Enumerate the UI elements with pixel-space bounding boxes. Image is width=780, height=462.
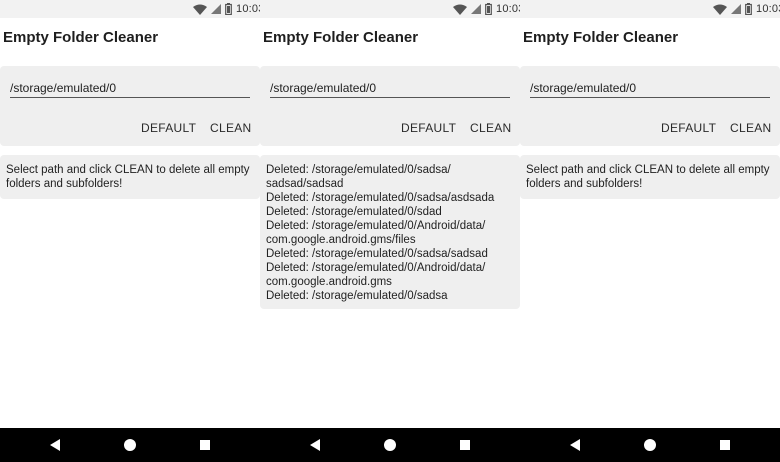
wifi-icon bbox=[453, 4, 467, 15]
path-input[interactable] bbox=[10, 79, 250, 98]
path-input[interactable] bbox=[530, 79, 770, 98]
output-card: Deleted: /storage/emulated/0/sadsa/ sads… bbox=[260, 155, 520, 309]
app-title: Empty Folder Cleaner bbox=[263, 29, 419, 46]
screens-container: 10:03 Empty Folder Cleaner DEFAULT CLEAN… bbox=[0, 0, 780, 428]
status-bar: 10:03 bbox=[260, 0, 520, 18]
path-card: DEFAULT CLEAN bbox=[520, 66, 780, 146]
default-button[interactable]: DEFAULT bbox=[401, 121, 456, 135]
path-card: DEFAULT CLEAN bbox=[260, 66, 520, 146]
home-icon[interactable] bbox=[384, 439, 396, 451]
phone-screen-3: 10:03 Empty Folder Cleaner DEFAULT CLEAN… bbox=[520, 0, 780, 428]
home-icon[interactable] bbox=[644, 439, 656, 451]
status-icons: 10:03 bbox=[193, 2, 260, 16]
default-button[interactable]: DEFAULT bbox=[141, 121, 196, 135]
nav-group-1 bbox=[0, 428, 260, 462]
status-clock: 10:03 bbox=[236, 3, 260, 15]
status-bar: 10:03 bbox=[520, 0, 780, 18]
signal-icon bbox=[731, 4, 741, 14]
nav-group-2 bbox=[260, 428, 520, 462]
output-text: Select path and click CLEAN to delete al… bbox=[526, 164, 773, 190]
status-icons: 10:03 bbox=[713, 2, 780, 16]
signal-icon bbox=[211, 4, 221, 14]
status-clock: 10:03 bbox=[756, 3, 780, 15]
clean-button[interactable]: CLEAN bbox=[730, 121, 772, 135]
output-text: Select path and click CLEAN to delete al… bbox=[6, 164, 253, 190]
path-input[interactable] bbox=[270, 79, 510, 98]
status-icons: 10:03 bbox=[453, 2, 520, 16]
battery-icon bbox=[485, 3, 492, 15]
signal-icon bbox=[471, 4, 481, 14]
wifi-icon bbox=[713, 4, 727, 15]
navigation-bar bbox=[0, 428, 780, 462]
battery-icon bbox=[745, 3, 752, 15]
recents-icon[interactable] bbox=[200, 440, 210, 450]
battery-icon bbox=[225, 3, 232, 15]
phone-screen-2: 10:03 Empty Folder Cleaner DEFAULT CLEAN… bbox=[260, 0, 520, 428]
output-card: Select path and click CLEAN to delete al… bbox=[520, 155, 780, 199]
back-icon[interactable] bbox=[570, 439, 580, 451]
default-button[interactable]: DEFAULT bbox=[661, 121, 716, 135]
wifi-icon bbox=[193, 4, 207, 15]
status-clock: 10:03 bbox=[496, 3, 520, 15]
clean-button[interactable]: CLEAN bbox=[210, 121, 252, 135]
status-bar: 10:03 bbox=[0, 0, 260, 18]
app-title: Empty Folder Cleaner bbox=[3, 29, 159, 46]
path-card: DEFAULT CLEAN bbox=[0, 66, 260, 146]
output-card: Select path and click CLEAN to delete al… bbox=[0, 155, 260, 199]
clean-button[interactable]: CLEAN bbox=[470, 121, 512, 135]
app-title: Empty Folder Cleaner bbox=[523, 29, 679, 46]
home-icon[interactable] bbox=[124, 439, 136, 451]
back-icon[interactable] bbox=[310, 439, 320, 451]
phone-screen-1: 10:03 Empty Folder Cleaner DEFAULT CLEAN… bbox=[0, 0, 260, 428]
output-text: Deleted: /storage/emulated/0/sadsa/ sads… bbox=[266, 164, 495, 302]
recents-icon[interactable] bbox=[460, 440, 470, 450]
nav-group-3 bbox=[520, 428, 780, 462]
back-icon[interactable] bbox=[50, 439, 60, 451]
recents-icon[interactable] bbox=[720, 440, 730, 450]
